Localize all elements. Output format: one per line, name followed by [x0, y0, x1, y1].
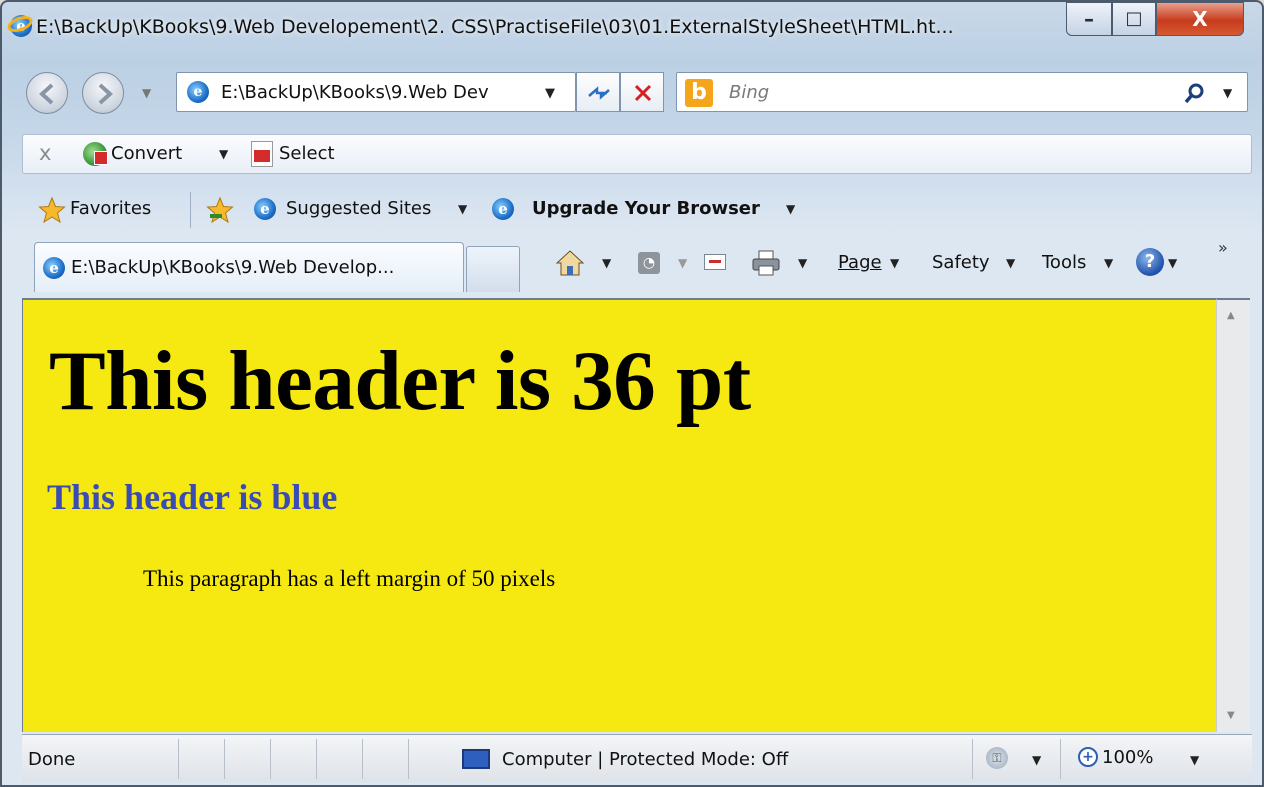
select-button[interactable]: Select — [279, 143, 335, 164]
zoom-dropdown[interactable]: ▼ — [1190, 753, 1199, 767]
scroll-down-arrow-icon[interactable]: ▼ — [1227, 710, 1235, 721]
ie-page-icon: e — [254, 198, 276, 220]
safety-menu-dropdown[interactable]: ▼ — [1006, 256, 1015, 270]
favorites-bar: Favorites e Suggested Sites ▼ e Upgrade … — [22, 186, 1252, 232]
add-favorite-icon[interactable] — [206, 196, 236, 224]
upgrade-browser-dropdown[interactable]: ▼ — [786, 202, 795, 216]
mail-icon[interactable] — [704, 254, 726, 270]
feeds-dropdown[interactable]: ▼ — [678, 256, 687, 270]
security-zone-text[interactable]: Computer | Protected Mode: Off — [502, 749, 788, 770]
tab-current[interactable]: e E:\BackUp\KBooks\9.Web Develop... — [34, 242, 464, 292]
command-bar-overflow-chevron[interactable]: » — [1218, 238, 1228, 257]
status-text: Done — [28, 749, 76, 770]
address-input[interactable]: E:\BackUp\KBooks\9.Web Dev — [221, 82, 489, 103]
ie-logo-icon: e — [43, 257, 65, 279]
browser-window: e E:\BackUp\KBooks\9.Web Developement\2.… — [0, 0, 1264, 787]
page-heading-2: This header is blue — [47, 477, 338, 517]
help-icon[interactable]: ? — [1136, 248, 1164, 276]
convert-button[interactable]: Convert — [111, 143, 182, 164]
convert-icon — [83, 142, 108, 166]
upgrade-browser-button[interactable]: Upgrade Your Browser — [532, 198, 760, 219]
page-icon: e — [187, 81, 209, 103]
suggested-sites-dropdown[interactable]: ▼ — [458, 202, 467, 216]
zoom-icon[interactable]: + — [1078, 747, 1098, 767]
toolbar-close-button[interactable]: x — [39, 141, 51, 165]
bing-logo-icon: b — [685, 79, 713, 107]
page-menu-dropdown[interactable]: ▼ — [890, 256, 899, 270]
scroll-up-arrow-icon[interactable]: ▲ — [1227, 310, 1235, 321]
home-icon[interactable] — [554, 248, 586, 278]
arrow-right-icon — [98, 83, 113, 105]
printer-icon[interactable] — [750, 248, 782, 278]
page-content: This header is 36 pt This header is blue… — [22, 298, 1216, 732]
search-box[interactable]: b Bing ▼ — [676, 72, 1248, 112]
search-options-dropdown[interactable]: ▼ — [1223, 86, 1232, 100]
tools-menu-button[interactable]: Tools — [1042, 252, 1086, 273]
magnifier-icon[interactable] — [1183, 81, 1207, 105]
zoom-level[interactable]: 100% — [1102, 747, 1153, 768]
refresh-button[interactable] — [576, 72, 620, 112]
address-dropdown[interactable]: ▼ — [545, 86, 555, 101]
search-input[interactable]: Bing — [729, 82, 769, 103]
minimize-button[interactable]: – — [1066, 2, 1112, 36]
home-dropdown[interactable]: ▼ — [602, 256, 611, 270]
pdf-select-icon — [251, 141, 273, 167]
protected-mode-icon[interactable]: ⚿ — [986, 747, 1008, 769]
tab-label: E:\BackUp\KBooks\9.Web Develop... — [71, 257, 395, 278]
arrow-left-icon — [39, 83, 54, 105]
safety-menu-button[interactable]: Safety — [932, 252, 990, 273]
status-bar: Done Computer | Protected Mode: Off ⚿ ▼ … — [22, 734, 1252, 782]
tools-menu-dropdown[interactable]: ▼ — [1104, 256, 1113, 270]
page-heading-1: This header is 36 pt — [49, 334, 751, 428]
rss-icon[interactable]: ◔ — [638, 252, 660, 274]
page-paragraph: This paragraph has a left margin of 50 p… — [143, 566, 556, 591]
window-title: E:\BackUp\KBooks\9.Web Developement\2. C… — [36, 16, 954, 38]
star-icon — [38, 196, 66, 224]
stop-button[interactable] — [620, 72, 664, 112]
vertical-scrollbar[interactable]: ▲ ▼ — [1216, 298, 1250, 732]
suggested-sites-button[interactable]: Suggested Sites — [286, 198, 431, 219]
address-bar[interactable]: e E:\BackUp\KBooks\9.Web Dev ▼ — [176, 72, 576, 112]
recent-pages-dropdown[interactable]: ▼ — [142, 86, 151, 100]
favorites-separator — [190, 192, 191, 228]
stop-icon — [634, 84, 652, 102]
page-menu-button[interactable]: Page — [838, 252, 882, 273]
tab-row: e E:\BackUp\KBooks\9.Web Develop... ▼ ◔ … — [22, 238, 1252, 298]
computer-zone-icon — [462, 749, 490, 769]
refresh-icon — [588, 86, 610, 100]
addon-toolbar: x Convert ▼ Select — [22, 134, 1252, 174]
forward-button[interactable] — [82, 72, 124, 114]
convert-dropdown[interactable]: ▼ — [219, 147, 228, 161]
back-button[interactable] — [26, 72, 68, 114]
help-dropdown[interactable]: ▼ — [1168, 256, 1177, 270]
close-window-button[interactable]: X — [1156, 2, 1244, 36]
favorites-button[interactable]: Favorites — [70, 198, 151, 219]
protected-mode-dropdown[interactable]: ▼ — [1032, 753, 1041, 767]
print-dropdown[interactable]: ▼ — [798, 256, 807, 270]
ie-logo-icon: e — [5, 12, 35, 38]
maximize-button[interactable]: □ — [1112, 2, 1156, 36]
new-tab-button[interactable] — [466, 246, 520, 292]
ie-page-icon: e — [492, 198, 514, 220]
